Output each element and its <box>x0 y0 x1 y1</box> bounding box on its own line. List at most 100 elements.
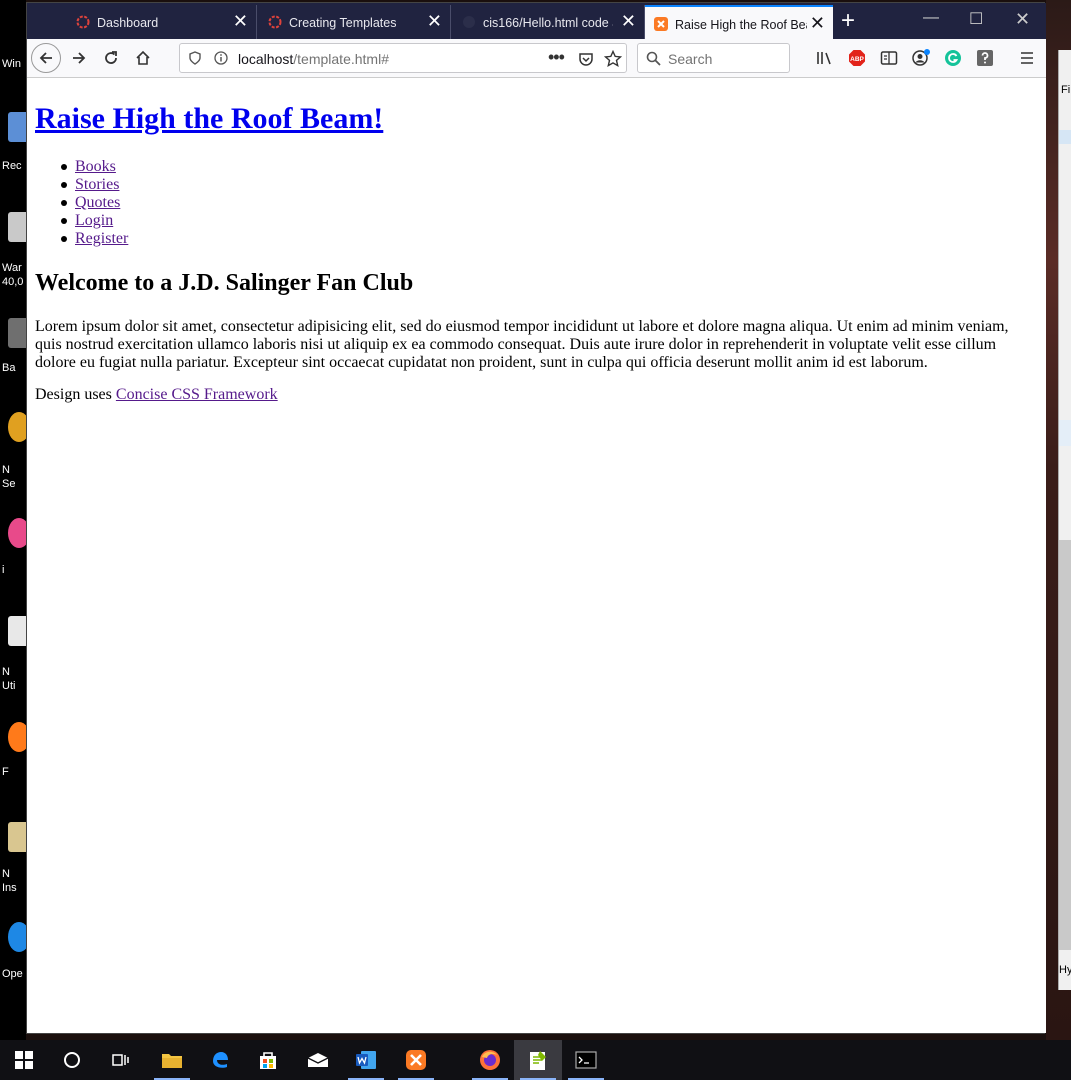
nav-item: Quotes <box>60 194 128 212</box>
nav-link-stories[interactable]: Stories <box>75 176 119 193</box>
tab-label: Raise High the Roof Beam <box>675 18 807 32</box>
desktop-label: War <box>2 262 22 274</box>
desktop-label: N <box>2 666 10 678</box>
close-tab-icon[interactable]: ✕ <box>233 12 248 30</box>
account-icon[interactable] <box>911 48 931 68</box>
desktop-label: Win <box>2 58 21 70</box>
task-view-icon <box>112 1054 129 1066</box>
background-window-label: Fi <box>1061 84 1071 96</box>
tab-label: Creating Templates <box>289 16 397 30</box>
search-input[interactable]: Search <box>637 43 790 73</box>
desktop-label: N <box>2 868 10 880</box>
url-text[interactable]: localhost/template.html# <box>238 51 389 67</box>
grammarly-icon[interactable] <box>943 48 963 68</box>
nav-link-login[interactable]: Login <box>75 212 113 229</box>
taskbar <box>0 1040 1071 1080</box>
word-button[interactable] <box>342 1040 390 1080</box>
xampp-button[interactable] <box>392 1040 440 1080</box>
app-shortcut-icon[interactable] <box>8 412 26 442</box>
tab-github-hello[interactable]: cis166/Hello.html code a ✕ <box>453 5 645 39</box>
close-tab-icon[interactable]: ✕ <box>427 12 442 30</box>
background-window-toolbar <box>1059 130 1071 144</box>
back-button[interactable] <box>31 43 61 73</box>
url-bar[interactable]: localhost/template.html# ••• <box>179 43 627 73</box>
browser-window: Dashboard ✕ Creating Templates ✕ cis166/… <box>26 2 1046 1034</box>
mail-button[interactable] <box>294 1040 342 1080</box>
adblock-badge-text: ABP <box>850 56 864 63</box>
navigation-toolbar: localhost/template.html# ••• Search ABP <box>27 39 1046 78</box>
app-shortcut-icon[interactable] <box>8 922 26 952</box>
credit-prefix: Design uses <box>35 386 112 403</box>
close-tab-icon[interactable]: ✕ <box>621 12 636 30</box>
site-nav: Books Stories Quotes Login Register <box>60 158 128 248</box>
app-shortcut-icon[interactable] <box>8 616 26 646</box>
desktop-label: Ope <box>2 968 23 980</box>
nav-item: Books <box>60 158 128 176</box>
back-arrow-icon <box>39 52 52 64</box>
page-heading: Welcome to a J.D. Salinger Fan Club <box>35 270 414 296</box>
hamburger-menu-icon[interactable] <box>1017 48 1037 68</box>
start-button[interactable] <box>0 1040 48 1080</box>
search-taskbar-button[interactable] <box>48 1040 96 1080</box>
search-icon <box>646 51 661 66</box>
library-icon[interactable] <box>815 48 835 68</box>
close-window-icon[interactable]: ✕ <box>1015 9 1030 30</box>
tab-label: cis166/Hello.html code a <box>483 16 613 30</box>
tab-dashboard[interactable]: Dashboard ✕ <box>67 5 257 39</box>
word-icon <box>356 1051 376 1069</box>
page-actions-icon[interactable]: ••• <box>548 47 565 68</box>
desktop-label: Uti <box>2 680 16 692</box>
task-view-button[interactable] <box>96 1040 144 1080</box>
forward-button[interactable] <box>65 44 93 72</box>
new-tab-icon[interactable]: + <box>841 9 855 33</box>
credit-line: Design uses Concise CSS Framework <box>35 386 278 404</box>
notepad-plus-button[interactable] <box>514 1040 562 1080</box>
url-host: localhost <box>238 51 294 67</box>
github-favicon-icon <box>463 16 475 28</box>
tab-creating-templates[interactable]: Creating Templates ✕ <box>259 5 451 39</box>
minimize-icon[interactable]: — <box>923 9 939 27</box>
background-window-scrollbar[interactable] <box>1059 540 1071 950</box>
nav-link-quotes[interactable]: Quotes <box>75 194 120 211</box>
desktop-label: Ba <box>2 362 16 374</box>
app-shortcut-icon[interactable] <box>8 212 26 242</box>
store-button[interactable] <box>244 1040 292 1080</box>
page-content: Raise High the Roof Beam! Books Stories … <box>27 78 1046 1033</box>
nav-link-register[interactable]: Register <box>75 230 128 247</box>
firefox-button[interactable] <box>466 1040 514 1080</box>
tab-raise-high[interactable]: Raise High the Roof Beam ✕ <box>645 5 833 39</box>
intro-paragraph: Lorem ipsum dolor sit amet, consectetur … <box>35 318 1009 371</box>
edge-button[interactable] <box>196 1040 244 1080</box>
bookmark-star-icon[interactable] <box>604 50 622 68</box>
info-icon[interactable] <box>214 51 228 65</box>
maximize-icon[interactable]: ☐ <box>969 9 983 29</box>
terminal-icon <box>575 1051 597 1069</box>
cortana-icon <box>64 1052 80 1068</box>
pocket-icon[interactable] <box>578 51 594 67</box>
reader-view-icon[interactable] <box>879 48 899 68</box>
nav-item: Register <box>60 230 128 248</box>
framework-link[interactable]: Concise CSS Framework <box>116 386 278 403</box>
background-window[interactable]: Fi Hy <box>1058 50 1071 990</box>
home-button[interactable] <box>129 44 157 72</box>
recycle-bin-icon[interactable] <box>8 112 26 142</box>
reload-button[interactable] <box>97 44 125 72</box>
templates-favicon-icon <box>268 15 282 29</box>
tab-bar: Dashboard ✕ Creating Templates ✕ cis166/… <box>27 3 1046 39</box>
app-shortcut-icon[interactable] <box>8 518 26 548</box>
shield-icon[interactable] <box>188 51 202 65</box>
firefox-shortcut-icon[interactable] <box>8 722 26 752</box>
search-placeholder: Search <box>668 51 713 67</box>
desktop-label: 40,0 <box>2 276 24 288</box>
file-explorer-button[interactable] <box>148 1040 196 1080</box>
nav-link-books[interactable]: Books <box>75 158 116 175</box>
site-title-link[interactable]: Raise High the Roof Beam! <box>35 102 383 136</box>
help-extension-icon[interactable] <box>975 48 995 68</box>
terminal-button[interactable] <box>562 1040 610 1080</box>
folder-icon <box>162 1054 182 1068</box>
adblock-plus-icon[interactable]: ABP <box>847 48 867 68</box>
forward-arrow-icon <box>73 52 86 64</box>
app-shortcut-icon[interactable] <box>8 318 26 348</box>
close-tab-icon[interactable]: ✕ <box>810 14 825 32</box>
app-shortcut-icon[interactable] <box>8 822 26 852</box>
